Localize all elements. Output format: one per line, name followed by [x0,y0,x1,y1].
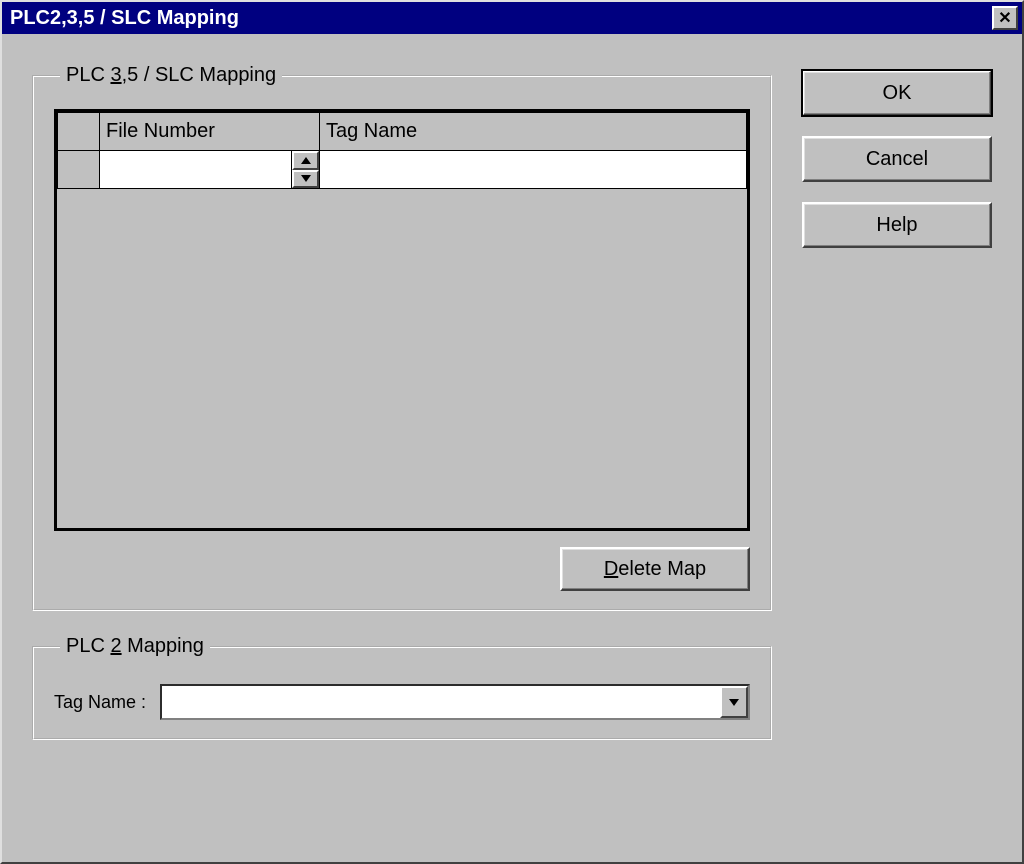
column-header-tag-name: Tag Name [320,113,747,151]
grid-corner-cell [58,113,100,151]
tag-name-label: Tag Name : [54,692,146,713]
spinner-down-button[interactable] [292,170,319,189]
file-number-input[interactable] [100,151,291,188]
delete-map-button[interactable]: Delete Map [560,547,750,591]
titlebar: PLC2,3,5 / SLC Mapping ✕ [2,2,1022,34]
group2-legend: PLC 2 Mapping [60,635,210,658]
table-row [58,151,747,189]
group1-legend: PLC 3,5 / SLC Mapping [60,64,282,87]
mapping-grid[interactable]: File Number Tag Name [54,109,750,531]
left-column: PLC 3,5 / SLC Mapping File Number Tag Na… [32,64,772,764]
window-title: PLC2,3,5 / SLC Mapping [10,7,239,30]
cancel-button[interactable]: Cancel [802,136,992,182]
file-number-spinner [291,151,319,188]
spinner-up-button[interactable] [292,151,319,170]
chevron-down-icon [301,175,311,182]
help-button[interactable]: Help [802,202,992,248]
tag-name-input[interactable] [320,151,746,188]
chevron-down-icon [729,699,739,706]
dialog-content: PLC 3,5 / SLC Mapping File Number Tag Na… [2,34,1022,784]
group-plc35-slc-mapping: PLC 3,5 / SLC Mapping File Number Tag Na… [32,64,772,611]
chevron-up-icon [301,157,311,164]
tag-name-dropdown-value [162,686,720,718]
column-header-file-number: File Number [100,113,320,151]
tag-name-dropdown[interactable] [160,684,750,720]
ok-button[interactable]: OK [802,70,992,116]
group-plc2-mapping: PLC 2 Mapping Tag Name : [32,635,772,740]
right-column: OK Cancel Help [802,64,992,248]
dialog-window: PLC2,3,5 / SLC Mapping ✕ PLC 3,5 / SLC M… [0,0,1024,864]
file-number-cell[interactable] [100,151,320,189]
row-header-cell[interactable] [58,151,100,189]
close-icon[interactable]: ✕ [992,6,1018,30]
dropdown-button[interactable] [720,686,748,718]
tag-name-cell[interactable] [320,151,747,189]
mapping-table: File Number Tag Name [57,112,747,189]
